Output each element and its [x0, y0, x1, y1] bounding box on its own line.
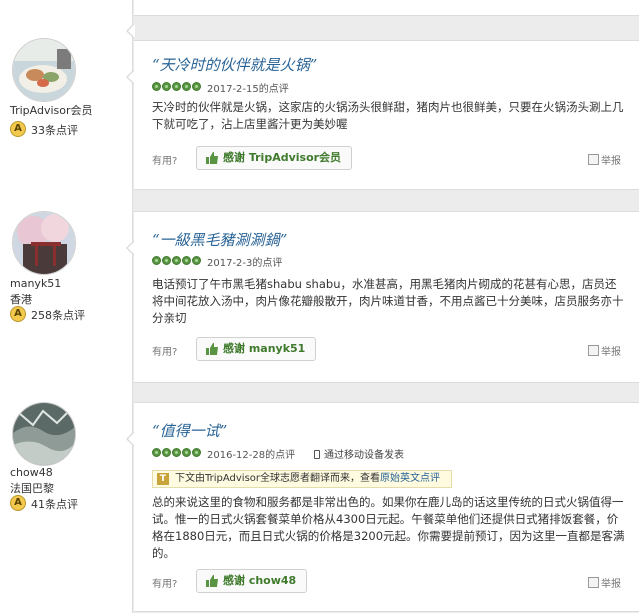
level-badge-icon: A — [10, 495, 26, 511]
reviewer-name[interactable]: chow48 — [10, 466, 53, 479]
review-count[interactable]: 41条点评 — [31, 496, 78, 512]
rating-bubble-icon — [182, 256, 191, 265]
avatar[interactable] — [12, 38, 76, 102]
review-card-partial — [126, 0, 639, 39]
translation-note: T 下文由TripAdvisor全球志愿者翻译而来，查看原始英文点评 — [152, 470, 452, 488]
reviewer-location: 法国巴黎 — [10, 482, 54, 495]
rating-bubble-icon — [152, 82, 161, 91]
rating-bubble-icon — [172, 82, 181, 91]
report-link[interactable]: 举报 — [588, 575, 621, 590]
report-link[interactable]: 举报 — [588, 343, 621, 358]
rating-bubble-icon — [162, 82, 171, 91]
review-count[interactable]: 258条点评 — [31, 307, 85, 323]
level-badge-icon: A — [10, 306, 26, 322]
review-date: 2017-2-15的点评 — [207, 84, 289, 95]
review-card: “天冷时的伙伴就是火锅” 2017-2-15的点评 天冷时的伙伴就是火锅，这家店… — [126, 40, 639, 190]
reviewer-name[interactable]: TripAdvisor会员 — [10, 102, 93, 118]
thanks-button[interactable]: 感谢 chow48 — [196, 569, 308, 593]
reviewer-name[interactable]: manyk51 — [10, 277, 61, 290]
thumbs-up-icon — [206, 343, 218, 355]
report-label: 举报 — [601, 579, 621, 590]
review-title[interactable]: “一級黑毛豬涮涮鍋” — [152, 229, 287, 250]
rating-bubbles — [152, 448, 201, 457]
review-body: 电话预订了午市黑毛猪shabu shabu，水准甚高，用黑毛猪肉片砌成的花甚有心… — [152, 277, 624, 325]
mobile-label: 通过移动设备发表 — [324, 450, 404, 461]
rating-bubble-icon — [192, 82, 201, 91]
helpful-label: 有用? — [152, 156, 178, 167]
thanks-button[interactable]: 感谢 manyk51 — [196, 337, 317, 361]
review-card: “值得一试” 2016-12-28的点评 通过移动设备发表 T 下文由TripA… — [126, 402, 639, 612]
avatar[interactable] — [12, 402, 76, 466]
rating-bubble-icon — [192, 448, 201, 457]
review-title[interactable]: “天冷时的伙伴就是火锅” — [152, 54, 317, 75]
review-count[interactable]: 33条点评 — [31, 122, 78, 138]
flag-icon — [588, 345, 599, 356]
rating-bubble-icon — [152, 448, 161, 457]
reviewer-1: TripAdvisor会员 A 33条点评 — [0, 32, 132, 142]
reviewer-3: chow48 法国巴黎 A 41条点评 — [0, 398, 132, 518]
mobile-post: 通过移动设备发表 — [314, 446, 404, 461]
thanks-button[interactable]: 感谢 TripAdvisor会员 — [196, 146, 353, 170]
reviewer-2: manyk51 香港 A 258条点评 — [0, 205, 132, 325]
avatar[interactable] — [12, 211, 76, 275]
rating-bubble-icon — [182, 448, 191, 457]
rating-bubble-icon — [172, 448, 181, 457]
report-label: 举报 — [601, 347, 621, 358]
thanks-label: 感谢 chow48 — [223, 574, 297, 587]
report-label: 举报 — [601, 156, 621, 167]
translate-icon: T — [157, 473, 169, 485]
translation-prefix: 下文由TripAdvisor全球志愿者翻译而来，查看 — [175, 473, 381, 484]
column-divider — [132, 0, 133, 613]
flag-icon — [588, 577, 599, 588]
review-body: 总的来说这里的食物和服务都是非常出色的。如果你在鹿儿岛的话这里传统的日式火锅值得… — [152, 495, 625, 560]
review-date: 2017-2-3的点评 — [207, 258, 283, 269]
review-body: 天冷时的伙伴就是火锅，这家店的火锅汤头很鲜甜，猪肉片也很鲜美，只要在火锅汤头涮上… — [152, 100, 624, 131]
rating-bubbles — [152, 82, 201, 91]
rating-bubble-icon — [162, 256, 171, 265]
review-date: 2016-12-28的点评 — [207, 450, 296, 461]
rating-bubble-icon — [162, 448, 171, 457]
review-title[interactable]: “值得一试” — [152, 420, 227, 441]
helpful-label: 有用? — [152, 579, 178, 590]
original-review-link[interactable]: 原始英文点评 — [380, 473, 440, 484]
thanks-label: 感谢 TripAdvisor会员 — [223, 151, 342, 164]
thumbs-up-icon — [206, 152, 218, 164]
mobile-icon — [314, 450, 320, 459]
flag-icon — [588, 154, 599, 165]
thumbs-up-icon — [206, 575, 218, 587]
rating-bubble-icon — [172, 256, 181, 265]
level-badge-icon: A — [10, 121, 26, 137]
rating-bubble-icon — [192, 256, 201, 265]
thanks-label: 感谢 manyk51 — [223, 342, 306, 355]
rating-bubbles — [152, 256, 201, 265]
helpful-label: 有用? — [152, 347, 178, 358]
reviewer-location: 香港 — [10, 293, 32, 306]
report-link[interactable]: 举报 — [588, 152, 621, 167]
rating-bubble-icon — [152, 256, 161, 265]
review-card: “一級黑毛豬涮涮鍋” 2017-2-3的点评 电话预订了午市黑毛猪shabu s… — [126, 211, 639, 383]
rating-bubble-icon — [182, 82, 191, 91]
